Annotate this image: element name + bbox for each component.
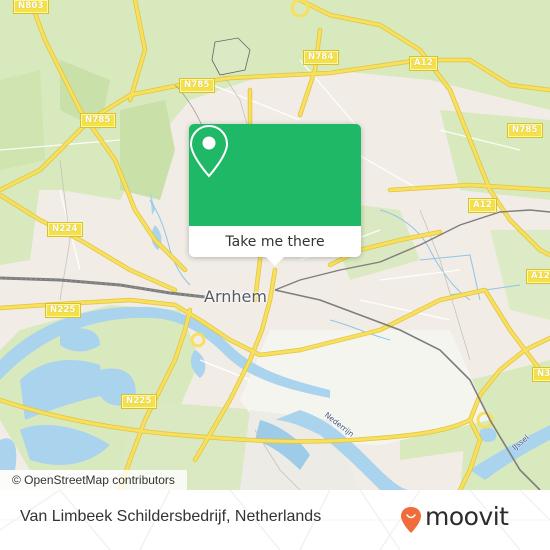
road-shield-a12-east: A12 — [467, 198, 498, 213]
road-shield-n803: N803 — [13, 0, 49, 14]
road-shield-n225-west: N225 — [45, 303, 81, 318]
moovit-logo[interactable]: moovit — [400, 502, 550, 536]
moovit-pin-icon — [401, 507, 421, 533]
location-pin-icon — [189, 124, 229, 178]
popup-pointer — [265, 256, 285, 266]
road-shield-n785-east: N785 — [507, 123, 543, 138]
road-shield-a12-north: A12 — [408, 56, 439, 71]
footer-bar: Van Limbeek Schildersbedrijf, Netherland… — [0, 490, 550, 550]
road-shield-a12-edge: A12 — [525, 269, 550, 284]
city-label-arnhem: Arnhem — [204, 287, 267, 306]
location-popup: Take me there — [189, 124, 361, 266]
moovit-wordmark: moovit — [425, 502, 509, 531]
road-shield-n784: N784 — [303, 50, 339, 65]
road-shield-n785-center: N785 — [179, 78, 215, 93]
road-shield-n225-south: N225 — [121, 394, 157, 409]
popup-header — [189, 124, 361, 226]
road-shield-n785-west: N785 — [80, 113, 116, 128]
map-attribution[interactable]: © OpenStreetMap contributors — [0, 470, 187, 490]
place-title: Van Limbeek Schildersbedrijf, Netherland… — [20, 508, 322, 525]
road-shield-n3: N3 — [531, 367, 550, 382]
map-canvas[interactable]: N803 N785 N785 N784 A12 N785 A12 A12 N22… — [0, 0, 550, 490]
road-shield-n224: N224 — [47, 222, 83, 237]
take-me-there-button[interactable]: Take me there — [189, 226, 361, 257]
